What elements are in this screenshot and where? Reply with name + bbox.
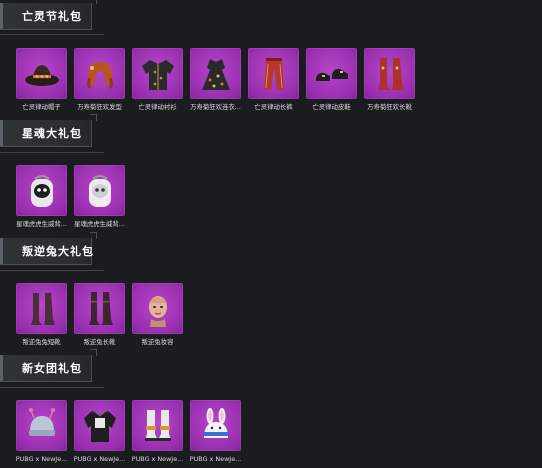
- item-card[interactable]: 万寿菊狂欢发型: [74, 48, 125, 111]
- section-title: 星魂大礼包: [22, 127, 82, 140]
- item-tile[interactable]: [74, 48, 125, 99]
- section-banner: 星魂大礼包: [0, 114, 97, 147]
- item-label: PUBG x NewJe...: [15, 455, 68, 463]
- item-label: 星魂虎虎生威背...: [16, 220, 67, 228]
- item-label: PUBG x NewJe...: [189, 455, 242, 463]
- item-card[interactable]: 亡灵律动帽子: [16, 48, 67, 111]
- item-tile[interactable]: [74, 165, 125, 216]
- item-label: 亡灵律动长裤: [254, 103, 293, 111]
- item-card[interactable]: 叛逆兔妆容: [132, 283, 183, 346]
- item-label: 亡灵律动皮鞋: [312, 103, 351, 111]
- boots-icon: [30, 292, 55, 325]
- divider: [0, 34, 104, 35]
- item-tile[interactable]: [306, 48, 357, 99]
- item-card[interactable]: 亡灵律动衬衫: [132, 48, 183, 111]
- item-label: 叛逆兔长靴: [83, 338, 116, 346]
- item-tile[interactable]: [132, 400, 183, 451]
- item-label: 叛逆兔兔短靴: [22, 338, 61, 346]
- section-title: 叛逆兔大礼包: [22, 245, 94, 258]
- item-row: 星魂虎虎生威背... 星魂虎虎生威背...: [16, 165, 125, 228]
- item-tile[interactable]: [190, 48, 241, 99]
- boots-icon: [377, 57, 404, 90]
- item-label: 叛逆兔妆容: [141, 338, 174, 346]
- item-tile[interactable]: [248, 48, 299, 99]
- item-tile[interactable]: [16, 400, 67, 451]
- shoes-icon: [315, 68, 348, 81]
- item-tile[interactable]: [132, 48, 183, 99]
- item-row: 亡灵律动帽子 万寿菊狂欢发型 亡灵律动衬衫 万寿菊狂欢连衣... 亡灵律动长裤 …: [16, 48, 415, 111]
- item-card[interactable]: 星魂虎虎生威背...: [16, 165, 67, 228]
- shirt-icon: [141, 59, 174, 90]
- cowboy-hat-icon: [24, 64, 59, 86]
- face-icon: [148, 295, 167, 327]
- banner-corner: [90, 0, 97, 4]
- banner-corner: [90, 349, 97, 356]
- item-card[interactable]: 叛逆兔兔短靴: [16, 283, 67, 346]
- item-tile[interactable]: [16, 283, 67, 334]
- item-card[interactable]: 叛逆兔长靴: [74, 283, 125, 346]
- item-card[interactable]: PUBG x NewJe...: [190, 400, 241, 463]
- banner-corner: [90, 232, 97, 239]
- item-tile[interactable]: [16, 165, 67, 216]
- divider: [0, 387, 104, 388]
- item-card[interactable]: 亡灵律动长裤: [248, 48, 299, 111]
- banner-corner: [90, 114, 97, 121]
- item-tile[interactable]: [132, 283, 183, 334]
- item-tile[interactable]: [74, 283, 125, 334]
- beanie-icon: [28, 407, 55, 436]
- item-label: PUBG x NewJe...: [73, 455, 126, 463]
- hairstyle-icon: [86, 61, 113, 89]
- backpack-icon: [30, 174, 53, 207]
- item-tile[interactable]: [16, 48, 67, 99]
- section-banner: 新女团礼包: [0, 349, 97, 382]
- item-card[interactable]: 星魂虎虎生威背...: [74, 165, 125, 228]
- item-label: 万寿菊狂欢发型: [77, 103, 122, 111]
- item-card[interactable]: 万寿菊狂欢长靴: [364, 48, 415, 111]
- divider: [0, 270, 104, 271]
- item-label: 万寿菊狂欢长靴: [367, 103, 412, 111]
- bunny-hat-icon: [203, 407, 228, 438]
- item-tile[interactable]: [190, 400, 241, 451]
- item-card[interactable]: PUBG x NewJe...: [16, 400, 67, 463]
- item-card[interactable]: PUBG x NewJe...: [74, 400, 125, 463]
- item-row: PUBG x NewJe... PUBG x NewJe... PUBG x N…: [16, 400, 241, 463]
- item-label: 亡灵律动帽子: [22, 103, 61, 111]
- pants-icon: [263, 57, 284, 90]
- backpack-icon: [88, 174, 111, 207]
- section-title: 亡灵节礼包: [22, 10, 82, 23]
- section-banner: 叛逆兔大礼包: [0, 232, 97, 265]
- dress-icon: [201, 58, 230, 90]
- item-card[interactable]: 万寿菊狂欢连衣...: [190, 48, 241, 111]
- boots-icon: [88, 291, 113, 325]
- item-tile[interactable]: [364, 48, 415, 99]
- item-row: 叛逆兔兔短靴 叛逆兔长靴 叛逆兔妆容: [16, 283, 183, 346]
- item-card[interactable]: PUBG x NewJe...: [132, 400, 183, 463]
- item-tile[interactable]: [74, 400, 125, 451]
- jacket-icon: [83, 410, 116, 442]
- item-label: 亡灵律动衬衫: [138, 103, 177, 111]
- divider: [0, 152, 104, 153]
- item-label: 万寿菊狂欢连衣...: [190, 103, 241, 111]
- item-card[interactable]: 亡灵律动皮鞋: [306, 48, 357, 111]
- item-label: PUBG x NewJe...: [131, 455, 184, 463]
- section-title: 新女团礼包: [22, 362, 82, 375]
- sneakers-icon: [144, 409, 171, 441]
- section-banner: 亡灵节礼包: [0, 0, 97, 30]
- item-label: 星魂虎虎生威背...: [74, 220, 125, 228]
